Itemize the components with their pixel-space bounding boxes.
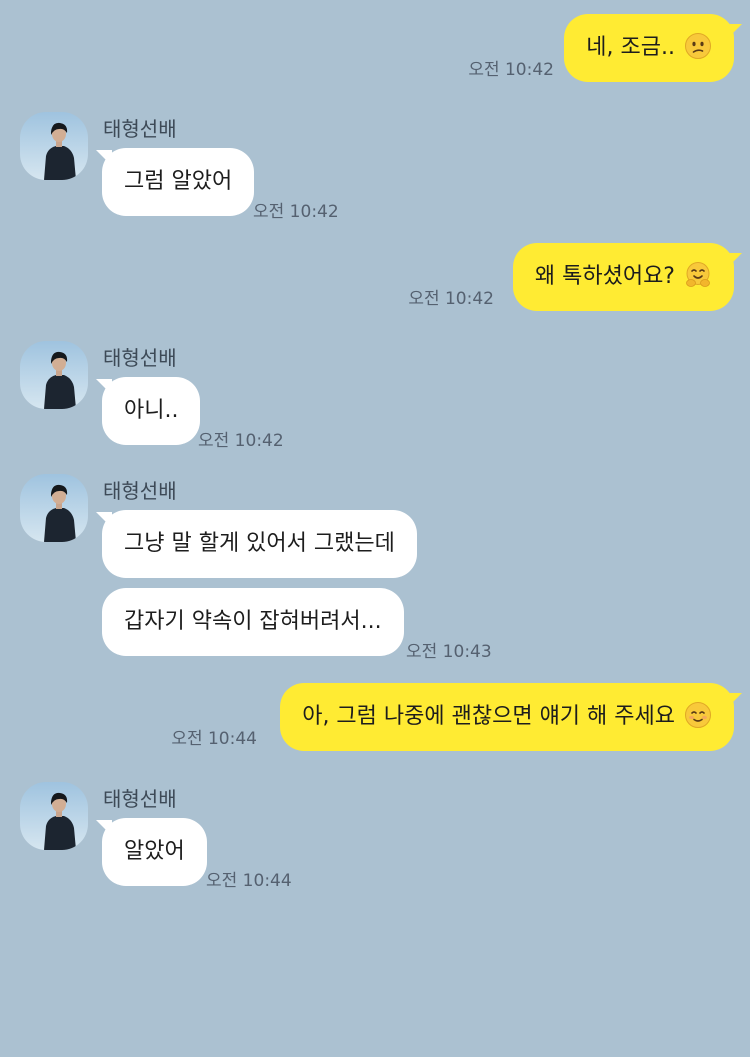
hugging-face-icon bbox=[686, 262, 710, 287]
avatar[interactable] bbox=[20, 112, 88, 180]
sent-message-bubble[interactable]: 왜 톡하셨어요? bbox=[512, 243, 734, 311]
contact-name: 태형선배 bbox=[103, 787, 177, 811]
contact-name: 태형선배 bbox=[103, 479, 177, 503]
sent-message-bubble[interactable]: 아, 그럼 나중에 괜찮으면 얘기 해 주세요 bbox=[280, 683, 734, 751]
received-message-bubble[interactable]: 그럼 알았어 bbox=[102, 148, 255, 216]
message-text: 왜 톡하셨어요? bbox=[534, 264, 675, 289]
message-time: 오전 10:44 bbox=[171, 729, 257, 749]
bubble-tail bbox=[726, 24, 742, 40]
sent-message-bubble[interactable]: 네, 조금.. bbox=[564, 14, 734, 82]
message-time: 오전 10:42 bbox=[253, 202, 339, 222]
contact-name: 태형선배 bbox=[103, 346, 177, 370]
received-message-bubble[interactable]: 아니.. bbox=[102, 377, 201, 445]
message-time: 오전 10:42 bbox=[198, 431, 284, 451]
message-text: 아, 그럼 나중에 괜찮으면 얘기 해 주세요 bbox=[302, 704, 675, 729]
message-time: 오전 10:42 bbox=[468, 60, 554, 80]
confused-face-icon bbox=[685, 33, 711, 59]
message-text: 알았어 bbox=[124, 839, 185, 864]
message-text: 네, 조금.. bbox=[586, 35, 675, 60]
avatar[interactable] bbox=[20, 341, 88, 409]
message-time: 오전 10:44 bbox=[206, 871, 292, 891]
avatar[interactable] bbox=[20, 474, 88, 542]
received-message-bubble[interactable]: 알았어 bbox=[102, 818, 207, 886]
message-time: 오전 10:43 bbox=[406, 642, 492, 662]
bubble-tail bbox=[726, 253, 742, 269]
smiling-face-icon bbox=[685, 702, 711, 728]
message-text: 그럼 알았어 bbox=[124, 169, 233, 194]
bubble-tail bbox=[726, 693, 742, 709]
message-text: 갑자기 약속이 잡혀버려서... bbox=[124, 609, 382, 634]
avatar[interactable] bbox=[20, 782, 88, 850]
received-message-bubble[interactable]: 갑자기 약속이 잡혀버려서... bbox=[102, 588, 404, 656]
received-message-bubble[interactable]: 그냥 말 할게 있어서 그랬는데 bbox=[102, 510, 417, 578]
contact-name: 태형선배 bbox=[103, 117, 177, 141]
message-time: 오전 10:42 bbox=[408, 289, 494, 309]
message-text: 아니.. bbox=[124, 398, 179, 423]
message-text: 그냥 말 할게 있어서 그랬는데 bbox=[124, 531, 395, 556]
